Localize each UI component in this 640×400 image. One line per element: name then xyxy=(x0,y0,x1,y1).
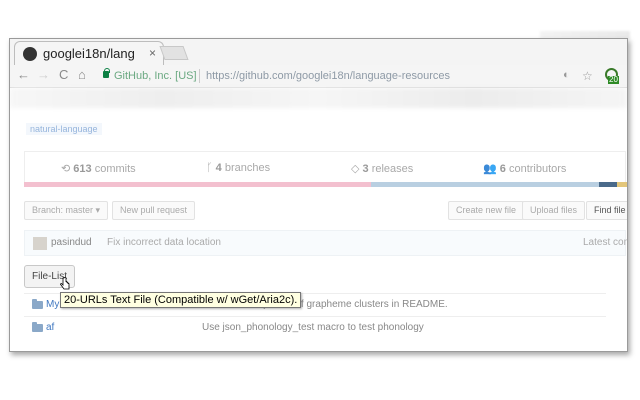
latest-commit-bar: pasindud Fix incorrect data location Lat… xyxy=(24,230,628,256)
home-icon[interactable]: ⌂ xyxy=(78,67,86,82)
extension-icon[interactable]: 20 xyxy=(604,67,619,84)
site-identity[interactable]: GitHub, Inc. [US] xyxy=(114,70,197,82)
tab-strip: googlei18n/lang × xyxy=(10,39,627,66)
language-bar[interactable] xyxy=(24,182,627,187)
releases-stat[interactable]: ◇ 3 releases xyxy=(351,162,413,175)
table-row[interactable]: af Use json_phonology_test macro to test… xyxy=(24,316,606,339)
url-text[interactable]: https://github.com/googlei18n/language-r… xyxy=(206,70,450,82)
lock-icon xyxy=(103,68,110,78)
commit-message[interactable]: Fix incorrect data location xyxy=(107,237,221,248)
file-name[interactable]: af xyxy=(46,322,54,333)
blurred-header xyxy=(10,88,627,108)
commits-stat[interactable]: ⟲ 613 commits xyxy=(61,162,136,175)
back-icon[interactable]: ← xyxy=(17,67,30,82)
browser-tab[interactable]: googlei18n/lang × xyxy=(14,41,164,66)
hand-cursor-icon xyxy=(60,277,70,290)
language-segment-pink xyxy=(24,182,371,187)
commit-author[interactable]: pasindud xyxy=(51,237,92,248)
new-pull-request-button[interactable]: New pull request xyxy=(112,201,196,220)
extension-badge: 20 xyxy=(608,75,619,84)
repo-summary: ⟲ 613 commits ᚴ 4 branches ◇ 3 releases … xyxy=(24,151,626,182)
branch-select-button[interactable]: Branch: master ▾ xyxy=(24,201,109,220)
find-file-button[interactable]: Find file xyxy=(586,201,627,220)
github-icon xyxy=(23,47,37,61)
page-content: natural-language ⟲ 613 commits ᚴ 4 branc… xyxy=(10,88,627,351)
file-list-tooltip: 20-URLs Text File (Compatible w/ wGet/Ar… xyxy=(60,292,302,308)
translate-icon[interactable]: ◐ xyxy=(563,69,570,81)
branches-stat[interactable]: ᚴ 4 branches xyxy=(206,162,270,174)
forward-icon[interactable]: → xyxy=(37,67,50,82)
browser-toolbar: ← → C ⌂ GitHub, Inc. [US] https://github… xyxy=(10,65,627,88)
file-commit-message[interactable]: Use json_phonology_test macro to test ph… xyxy=(202,322,424,333)
tab-title: googlei18n/lang xyxy=(43,46,135,61)
language-segment-yellow xyxy=(617,182,627,187)
topic-tag[interactable]: natural-language xyxy=(26,123,102,135)
language-segment-dark xyxy=(599,182,617,187)
upload-files-button[interactable]: Upload files xyxy=(522,201,586,220)
language-segment-blue xyxy=(371,182,599,187)
bookmark-star-icon[interactable]: ☆ xyxy=(582,69,593,83)
url-divider xyxy=(199,69,200,83)
latest-commit-label: Latest com xyxy=(583,237,628,248)
reload-icon[interactable]: C xyxy=(59,67,68,82)
folder-icon xyxy=(32,299,43,309)
create-file-button[interactable]: Create new file xyxy=(448,201,525,220)
address-bar[interactable]: GitHub, Inc. [US] https://github.com/goo… xyxy=(98,67,598,85)
new-tab-button[interactable] xyxy=(159,46,189,60)
tab-close-icon[interactable]: × xyxy=(149,46,156,60)
contributors-stat[interactable]: 👥 6 contributors xyxy=(483,162,566,175)
avatar[interactable] xyxy=(33,237,47,250)
folder-icon xyxy=(32,322,43,332)
